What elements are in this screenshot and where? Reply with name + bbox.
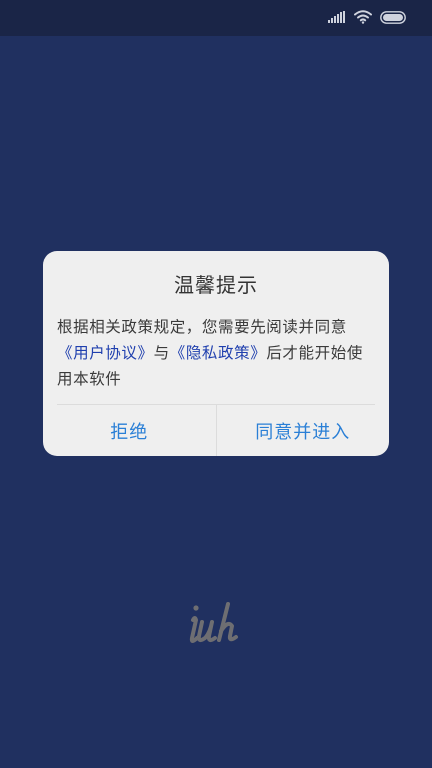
- status-icons: [328, 10, 406, 24]
- battery-icon: [380, 10, 406, 24]
- dialog-message-conjunction: 与: [153, 344, 170, 362]
- dialog-message-prefix: 根据相关政策规定，您需要先阅读并同意: [57, 318, 347, 336]
- app-logo: [186, 600, 250, 648]
- reject-button[interactable]: 拒绝: [43, 405, 216, 456]
- dialog-button-row: 拒绝 同意并进入: [43, 405, 389, 456]
- accept-button[interactable]: 同意并进入: [217, 405, 390, 456]
- dialog-message: 根据相关政策规定，您需要先阅读并同意《用户协议》与《隐私政策》后才能开始使用本软…: [57, 314, 375, 392]
- dialog-title: 温馨提示: [174, 273, 258, 297]
- user-agreement-link[interactable]: 《用户协议》: [57, 344, 154, 362]
- app-screen: 温馨提示 根据相关政策规定，您需要先阅读并同意《用户协议》与《隐私政策》后才能开…: [0, 0, 432, 768]
- status-bar: [0, 0, 432, 36]
- signal-icon: [328, 11, 346, 23]
- wifi-icon: [354, 10, 372, 24]
- privacy-policy-link[interactable]: 《隐私政策》: [170, 344, 267, 362]
- privacy-consent-dialog: 温馨提示 根据相关政策规定，您需要先阅读并同意《用户协议》与《隐私政策》后才能开…: [43, 251, 389, 456]
